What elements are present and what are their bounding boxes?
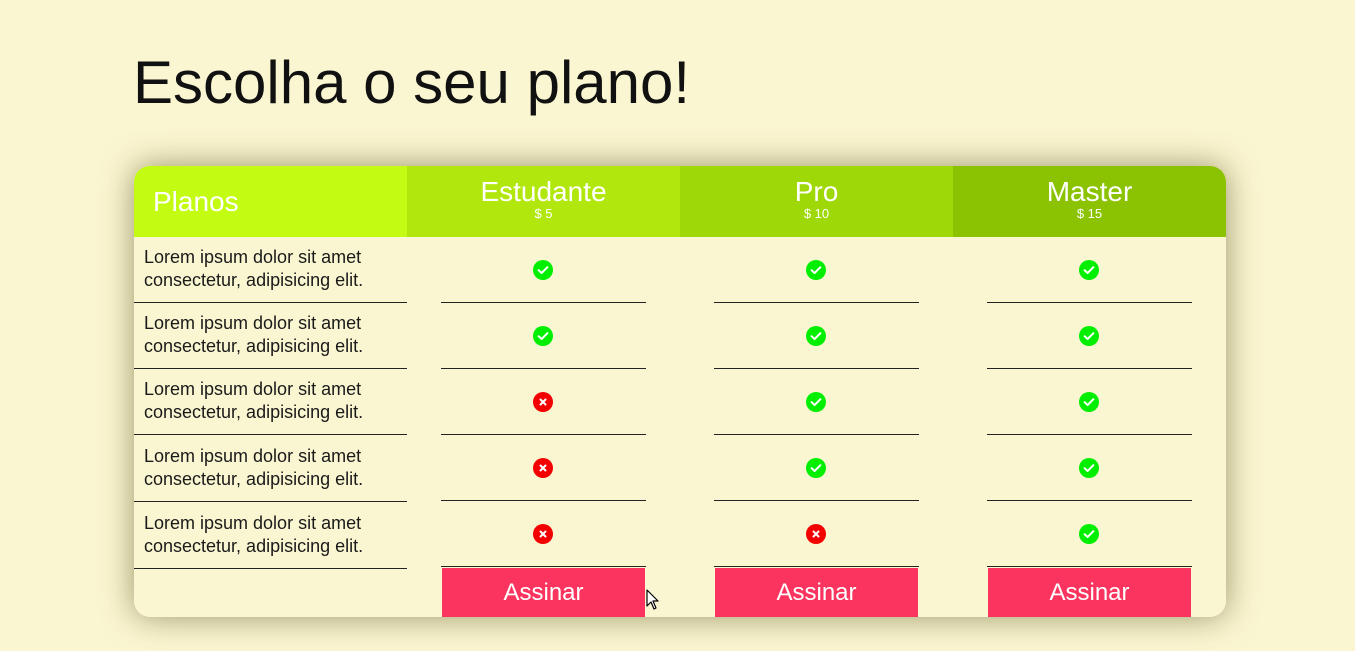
check-circle-icon [1079,260,1099,280]
check-circle-icon [1079,392,1099,412]
plan-price: $ 15 [1076,206,1103,221]
feature-label-line2: consectetur, adipisicing elit. [144,536,364,556]
feature-cell [987,369,1192,435]
feature-label: Lorem ipsum dolor sit amet consectetur, … [134,237,407,303]
feature-cell [987,303,1192,369]
plan-name: Master [1046,176,1133,207]
subscribe-button-master[interactable]: Assinar [988,568,1191,617]
feature-label-line1: Lorem ipsum dolor sit amet [144,446,362,466]
header-planos-label: Planos [153,186,239,217]
feature-label-line1: Lorem ipsum dolor sit amet [144,247,362,267]
feature-cell [987,435,1192,501]
feature-cell [441,435,646,501]
x-circle-icon [533,392,553,412]
plan-name: Pro [794,176,839,207]
feature-label: Lorem ipsum dolor sit amet consectetur, … [134,503,407,569]
subscribe-button-estudante[interactable]: Assinar [442,568,645,617]
x-circle-icon [533,458,553,478]
x-circle-icon [533,524,553,544]
pricing-table: Planos Estudante $ 5 Pro $ 10 Master $ 1… [134,166,1226,617]
feature-label: Lorem ipsum dolor sit amet consectetur, … [134,369,407,435]
check-circle-icon [533,260,553,280]
feature-label-line1: Lorem ipsum dolor sit amet [144,379,362,399]
plan-name: Estudante [480,176,607,207]
subscribe-button-pro[interactable]: Assinar [715,568,918,617]
feature-cell [714,369,919,435]
feature-label-line1: Lorem ipsum dolor sit amet [144,513,362,533]
feature-label-line2: consectetur, adipisicing elit. [144,336,364,356]
feature-label: Lorem ipsum dolor sit amet consectetur, … [134,303,407,369]
header-plan-estudante: Estudante $ 5 [407,166,680,237]
check-circle-icon [806,260,826,280]
header-plan-pro: Pro $ 10 [680,166,953,237]
check-circle-icon [806,326,826,346]
header-plan-master: Master $ 15 [953,166,1226,237]
mouse-pointer-icon [646,589,659,610]
check-circle-icon [1079,524,1099,544]
check-circle-icon [806,458,826,478]
feature-label: Lorem ipsum dolor sit amet consectetur, … [134,436,407,502]
feature-cell [714,303,919,369]
feature-label-line2: consectetur, adipisicing elit. [144,402,364,422]
plan-price: $ 10 [803,206,830,221]
page-title: Escolha o seu plano! [133,49,691,116]
header-planos: Planos [134,166,407,237]
check-circle-icon [1079,326,1099,346]
feature-cell [987,237,1192,303]
feature-cell [441,369,646,435]
feature-cell [441,237,646,303]
plan-price: $ 5 [534,206,553,221]
check-circle-icon [806,392,826,412]
check-circle-icon [1079,458,1099,478]
x-circle-icon [806,524,826,544]
feature-cell [714,501,919,567]
feature-cell [441,501,646,567]
check-circle-icon [533,326,553,346]
feature-cell [987,501,1192,567]
feature-cell [714,435,919,501]
feature-cell [714,237,919,303]
feature-label-line2: consectetur, adipisicing elit. [144,469,364,489]
feature-label-line1: Lorem ipsum dolor sit amet [144,313,362,333]
feature-cell [441,303,646,369]
feature-label-line2: consectetur, adipisicing elit. [144,270,364,290]
